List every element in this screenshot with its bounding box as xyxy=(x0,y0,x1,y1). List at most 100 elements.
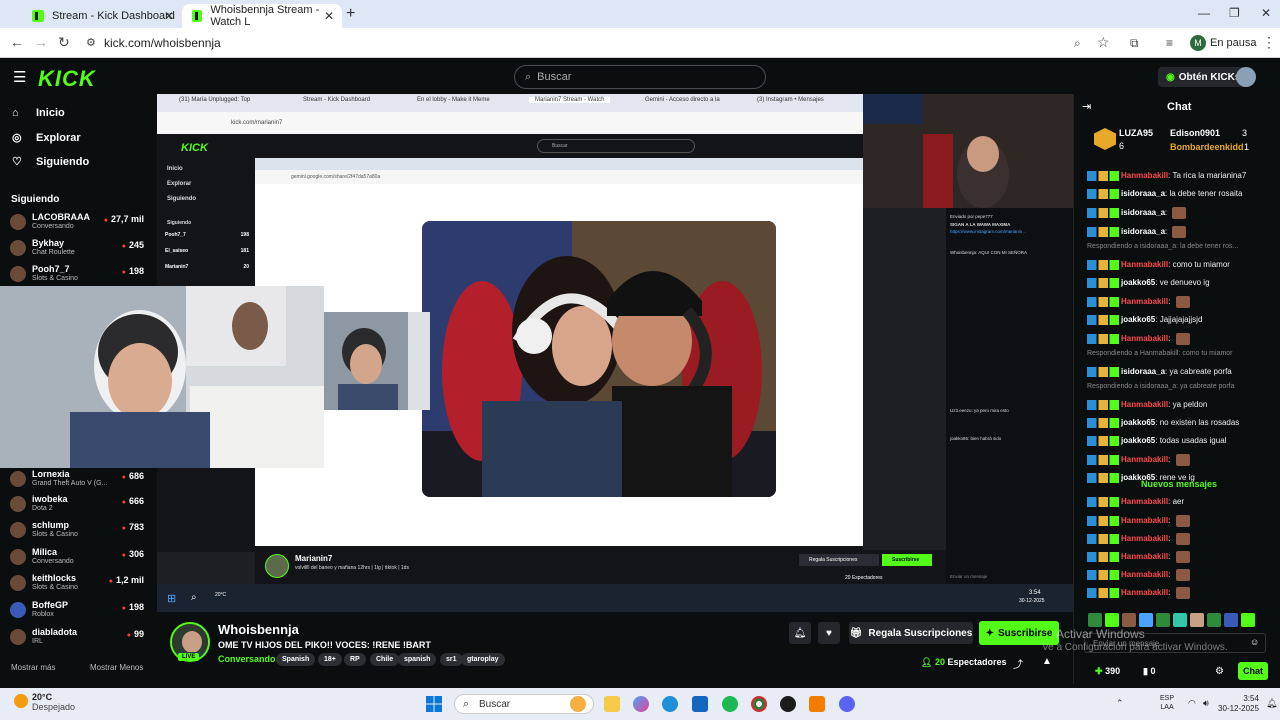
user-avatar[interactable] xyxy=(1236,67,1256,87)
browser-menu-icon[interactable]: ⋮ xyxy=(1262,34,1276,51)
copilot-icon[interactable] xyxy=(633,696,649,712)
chat-username[interactable]: Hanmabakill xyxy=(1121,400,1168,409)
emote-icon[interactable] xyxy=(1241,613,1255,627)
reload-icon[interactable]: ↻ xyxy=(58,34,70,51)
sidebar-following-item[interactable]: iwobeka Dota 2 666 xyxy=(10,492,148,516)
chat-message[interactable]: Hanmabakill: xyxy=(1087,587,1190,599)
new-tab-button[interactable]: + xyxy=(346,5,355,23)
emote-icon[interactable] xyxy=(1156,613,1170,627)
tray-chevron-icon[interactable]: ⌃ xyxy=(1116,698,1124,709)
zoom-icon[interactable]: ⌕ xyxy=(1074,36,1081,51)
notifications-icon[interactable]: 🔔︎ xyxy=(1266,698,1277,709)
store-icon[interactable] xyxy=(692,696,708,712)
chat-message[interactable]: Hanmabakill: xyxy=(1087,533,1190,545)
kick-logo[interactable]: KICK xyxy=(38,66,96,92)
emote-icon[interactable] xyxy=(1139,613,1153,627)
chat-message[interactable]: Hanmabakill: xyxy=(1087,515,1190,527)
chat-username[interactable]: joakko65 xyxy=(1121,418,1155,427)
chat-username[interactable]: isidoraaa_a xyxy=(1121,189,1165,198)
chat-username[interactable]: joakko65 xyxy=(1121,315,1155,324)
get-kicks-button[interactable]: ◉ Obtén KICKs xyxy=(1158,67,1249,87)
spotify-icon[interactable] xyxy=(722,696,738,712)
chat-username[interactable]: joakko65 xyxy=(1121,278,1155,287)
stream-tag[interactable]: spanish xyxy=(398,653,437,666)
emote-icon[interactable] xyxy=(1224,613,1238,627)
chat-username[interactable]: Hanmabakill xyxy=(1121,534,1168,543)
collapse-chat-icon[interactable]: ⇥ xyxy=(1082,100,1091,113)
share-icon[interactable]: ⤴ xyxy=(1013,656,1023,671)
kicks-balance[interactable]: ▮ 0 xyxy=(1143,666,1155,677)
sidebar-following-item[interactable]: Milica Conversando 306 xyxy=(10,545,148,569)
chat-message[interactable]: Hanmabakill: xyxy=(1087,569,1190,581)
chat-message[interactable]: joakko65: ve denuevo ig xyxy=(1087,278,1210,288)
chat-username[interactable]: Hanmabakill xyxy=(1121,570,1168,579)
chat-username[interactable]: Hanmabakill xyxy=(1121,552,1168,561)
site-info-icon[interactable]: ⚙ xyxy=(86,36,96,49)
chat-username[interactable]: isidoraaa_a xyxy=(1121,367,1165,376)
chat-username[interactable]: Hanmabakill xyxy=(1121,516,1168,525)
url-input[interactable]: kick.com/whoisbennja xyxy=(104,36,221,50)
chat-username[interactable]: isidoraaa_a xyxy=(1121,208,1165,217)
sidebar-following-item[interactable]: Pooh7_7 Slots & Casino 198 xyxy=(10,262,148,286)
chat-username[interactable]: Hanmabakill xyxy=(1121,297,1168,306)
back-icon[interactable]: ← xyxy=(10,34,24,50)
sidebar-following-item[interactable]: Lornexia Grand Theft Auto V (G... 686 xyxy=(10,467,148,491)
emote-icon[interactable] xyxy=(1207,613,1221,627)
chat-settings-icon[interactable]: ⚙ xyxy=(1215,666,1224,677)
discord-icon[interactable] xyxy=(839,696,855,712)
emote-icon[interactable] xyxy=(1173,613,1187,627)
browser-tab-stream[interactable]: Whoisbennja Stream - Watch L ✕ xyxy=(182,4,342,28)
emoji-picker-icon[interactable]: ☺ xyxy=(1250,637,1259,647)
follow-heart-button[interactable]: ♥ xyxy=(818,622,840,644)
close-window-icon[interactable]: ✕ xyxy=(1261,6,1271,20)
chat-message[interactable]: joakko65: Jajjajajajjsjd xyxy=(1087,315,1202,325)
chat-message[interactable]: Hanmabakill: como tu miamor xyxy=(1087,260,1230,270)
chat-message[interactable]: joakko65: no existen las rosadas xyxy=(1087,418,1239,428)
bookmark-star-icon[interactable]: ☆ xyxy=(1097,34,1110,51)
chat-message[interactable]: Hanmabakill: xyxy=(1087,333,1190,345)
maximize-icon[interactable]: ❐ xyxy=(1229,6,1240,20)
chat-message[interactable]: Hanmabakill: xyxy=(1087,551,1190,563)
chat-message[interactable]: joakko65: todas usadas igual xyxy=(1087,436,1226,446)
forward-icon[interactable]: → xyxy=(34,34,48,50)
show-less-link[interactable]: Mostrar Menos xyxy=(90,663,143,672)
sidebar-following-item[interactable]: diabladota IRL 99 xyxy=(10,625,148,649)
emote-icon[interactable] xyxy=(1088,613,1102,627)
channel-points[interactable]: ✚ 390 xyxy=(1095,666,1120,677)
browser-tab-dashboard[interactable]: Stream - Kick Dashboard ✕ xyxy=(22,4,182,28)
sidebar-following-item[interactable]: schlump Slots & Casino 783 xyxy=(10,518,148,542)
sidebar-following-item[interactable]: Bykhay Chat Roulette 245 xyxy=(10,236,148,260)
chat-message[interactable]: Hanmabakill: aer xyxy=(1087,497,1184,507)
top-gifter-name[interactable]: LUZA95 xyxy=(1119,128,1153,138)
obs-icon[interactable] xyxy=(780,696,796,712)
emote-icon[interactable] xyxy=(1105,613,1119,627)
streamer-name[interactable]: Whoisbennja xyxy=(218,622,299,637)
stream-tag[interactable]: Spanish xyxy=(276,653,316,666)
chat-message[interactable]: isidoraaa_a: la debe tener rosaita xyxy=(1087,189,1242,199)
windows-start-icon[interactable] xyxy=(426,696,442,712)
sidebar-following-item[interactable]: keithlocks Slots & Casino 1,2 mil xyxy=(10,571,148,595)
chat-username[interactable]: Hanmabakill xyxy=(1121,171,1168,180)
sidebar-following-item[interactable]: BoffeGP Roblox 198 xyxy=(10,598,148,622)
chat-message[interactable]: isidoraaa_a: xyxy=(1087,226,1187,238)
chat-message[interactable]: Hanmabakill: Ta rica la marianina7 xyxy=(1087,171,1246,181)
show-more-link[interactable]: Mostrar más xyxy=(11,663,55,672)
notifications-bell-button[interactable]: 🔔︎ xyxy=(789,622,811,644)
system-clock[interactable]: 3:54 30-12-2025 xyxy=(1218,694,1259,714)
wifi-icon[interactable]: ◠ xyxy=(1188,698,1196,709)
stream-category[interactable]: Conversando xyxy=(218,654,276,664)
hamburger-menu-icon[interactable]: ☰ xyxy=(13,68,26,86)
profile-button[interactable]: M En pausa xyxy=(1190,34,1256,52)
stream-tag[interactable]: 18+ xyxy=(318,653,342,666)
close-tab-icon[interactable]: ✕ xyxy=(164,9,174,23)
app-icon[interactable] xyxy=(809,696,825,712)
chat-message[interactable]: Hanmabakill: ya peldon xyxy=(1087,400,1207,410)
stream-tag[interactable]: Chile xyxy=(370,653,400,666)
send-chat-button[interactable]: Chat xyxy=(1238,662,1268,680)
emote-icon[interactable] xyxy=(1122,613,1136,627)
gifter-name[interactable]: Bombardeenkidd xyxy=(1170,142,1244,152)
nav-following[interactable]: ♡ Siguiendo xyxy=(12,155,89,169)
chat-message[interactable]: Hanmabakill: xyxy=(1087,296,1190,308)
weather-widget[interactable]: 20°C Despejado xyxy=(12,692,75,712)
minimize-icon[interactable]: — xyxy=(1198,6,1210,20)
